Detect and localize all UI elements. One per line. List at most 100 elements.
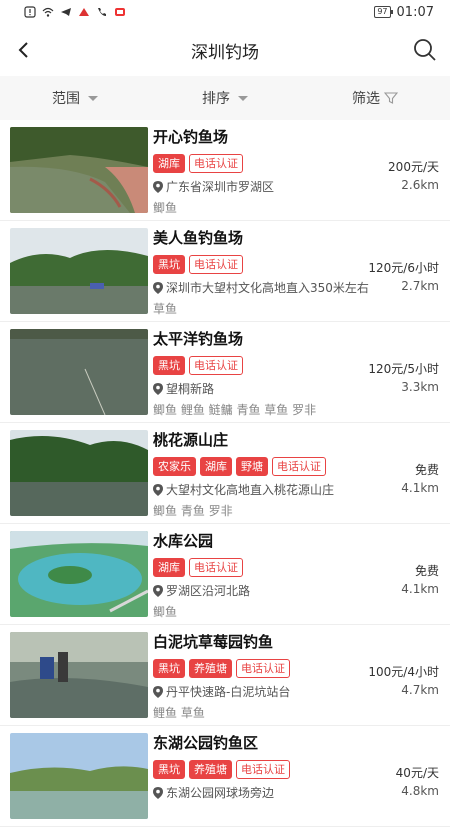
battery-icon: 97 [374, 6, 393, 18]
spot-address: 深圳市大望村文化高地直入350米左右 [166, 281, 369, 295]
spot-address: 丹平快速路-白泥坑站台 [166, 685, 291, 699]
app-icon [79, 8, 89, 16]
tag-badge: 湖库 [200, 457, 232, 476]
spot-title: 东湖公园钓鱼区 [153, 734, 259, 752]
location-pin-icon [153, 483, 163, 496]
list-item[interactable]: 白泥坑草莓园钓鱼 黑坑 养殖塘 电话认证 100元/4小时 丹平快速路-白泥坑站… [0, 625, 450, 726]
spot-tags: 黑坑 养殖塘 电话认证 [153, 760, 290, 779]
tag-badge: 养殖塘 [189, 659, 232, 678]
status-icons [24, 6, 126, 18]
spot-tags: 湖库 电话认证 [153, 154, 243, 173]
tag-badge: 野塘 [236, 457, 268, 476]
tag-badge: 电话认证 [189, 154, 243, 173]
spot-distance: 2.7km [401, 279, 439, 293]
back-arrow-icon[interactable] [12, 38, 36, 62]
spot-fish-species: 鲫鱼 [153, 605, 178, 619]
tag-badge: 电话认证 [236, 659, 290, 678]
spot-address-row: 大望村文化高地直入桃花源山庄 [153, 481, 334, 498]
filter-label: 筛选 [352, 91, 380, 107]
spot-title: 美人鱼钓鱼场 [153, 229, 244, 247]
spot-price: 200元/天 [388, 160, 439, 174]
spot-address-row: 丹平快速路-白泥坑站台 [153, 683, 290, 700]
spot-title: 白泥坑草莓园钓鱼 [153, 633, 274, 651]
spot-address: 望桐新路 [166, 382, 215, 396]
spot-tags: 黑坑 电话认证 [153, 356, 243, 375]
alert-icon [24, 6, 36, 18]
list-item[interactable]: 桃花源山庄 农家乐 湖库 野塘 电话认证 免费 大望村文化高地直入桃花源山庄 4… [0, 423, 450, 524]
message-icon [115, 8, 125, 16]
spot-distance: 4.7km [401, 683, 439, 697]
spot-fish-species: 鲫鱼 青鱼 罗非 [153, 504, 233, 518]
search-icon[interactable] [412, 37, 438, 63]
range-dropdown[interactable]: 范围 [0, 88, 150, 108]
tag-badge: 湖库 [153, 558, 185, 577]
tag-badge: 电话认证 [189, 356, 243, 375]
spot-price: 100元/4小时 [368, 665, 439, 679]
spot-photo [10, 531, 148, 617]
tag-badge: 电话认证 [272, 457, 326, 476]
location-pin-icon [153, 584, 163, 597]
spot-price: 40元/天 [395, 766, 439, 780]
spot-address: 东湖公园网球场旁边 [166, 786, 275, 800]
spot-price: 120元/5小时 [368, 362, 439, 376]
chevron-down-icon [88, 95, 98, 101]
page-title: 深圳钓场 [191, 42, 259, 63]
tag-badge: 湖库 [153, 154, 185, 173]
spot-tags: 黑坑 电话认证 [153, 255, 243, 274]
spot-address-row: 深圳市大望村文化高地直入350米左右 [153, 279, 369, 296]
tag-badge: 养殖塘 [189, 760, 232, 779]
spot-address: 罗湖区沿河北路 [166, 584, 251, 598]
funnel-icon [384, 92, 398, 104]
spot-photo [10, 329, 148, 415]
spot-address-row: 东湖公园网球场旁边 [153, 784, 274, 801]
spot-title: 开心钓鱼场 [153, 128, 229, 146]
spot-price: 免费 [414, 463, 439, 477]
spot-title: 太平洋钓鱼场 [153, 330, 244, 348]
sort-dropdown[interactable]: 排序 [150, 88, 300, 108]
list-item[interactable]: 水库公园 湖库 电话认证 免费 罗湖区沿河北路 4.1km 鲫鱼 [0, 524, 450, 625]
spot-address: 大望村文化高地直入桃花源山庄 [166, 483, 335, 497]
fishing-spot-list: 开心钓鱼场 湖库 电话认证 200元/天 广东省深圳市罗湖区 2.6km 鲫鱼 … [0, 120, 450, 827]
spot-title: 水库公园 [153, 532, 214, 550]
navigation-bar: 深圳钓场 [0, 24, 450, 76]
list-item[interactable]: 美人鱼钓鱼场 黑坑 电话认证 120元/6小时 深圳市大望村文化高地直入350米… [0, 221, 450, 322]
spot-address-row: 罗湖区沿河北路 [153, 582, 250, 599]
telegram-icon [61, 8, 71, 16]
status-bar: 97 01:07 [0, 0, 450, 24]
tag-badge: 黑坑 [153, 760, 185, 779]
phone-icon [98, 8, 106, 16]
location-pin-icon [153, 786, 163, 799]
filter-button[interactable]: 筛选 [300, 88, 450, 108]
spot-distance: 2.6km [401, 178, 439, 192]
spot-photo [10, 632, 148, 718]
tag-badge: 电话认证 [236, 760, 290, 779]
clock: 01:07 [396, 4, 434, 20]
tag-badge: 黑坑 [153, 356, 185, 375]
spot-distance: 4.8km [401, 784, 439, 798]
list-item[interactable]: 东湖公园钓鱼区 黑坑 养殖塘 电话认证 40元/天 东湖公园网球场旁边 4.8k… [0, 726, 450, 827]
spot-photo [10, 733, 148, 819]
battery-level: 97 [377, 7, 388, 16]
spot-fish-species: 鲤鱼 草鱼 [153, 706, 205, 720]
spot-fish-species: 鲫鱼 [153, 201, 178, 215]
wifi-icon [42, 7, 54, 17]
location-pin-icon [153, 685, 163, 698]
sort-label: 排序 [202, 91, 230, 107]
spot-fish-species: 鲫鱼 鲤鱼 鲢鳙 青鱼 草鱼 罗非 [153, 403, 317, 417]
list-item[interactable]: 开心钓鱼场 湖库 电话认证 200元/天 广东省深圳市罗湖区 2.6km 鲫鱼 [0, 120, 450, 221]
list-item[interactable]: 太平洋钓鱼场 黑坑 电话认证 120元/5小时 望桐新路 3.3km 鲫鱼 鲤鱼… [0, 322, 450, 423]
spot-price: 120元/6小时 [368, 261, 439, 275]
spot-tags: 农家乐 湖库 野塘 电话认证 [153, 457, 326, 476]
spot-fish-species: 草鱼 [153, 302, 178, 316]
tag-badge: 黑坑 [153, 659, 185, 678]
tag-badge: 农家乐 [153, 457, 196, 476]
spot-tags: 湖库 电话认证 [153, 558, 243, 577]
location-pin-icon [153, 281, 163, 294]
spot-photo [10, 127, 148, 213]
spot-photo [10, 228, 148, 314]
spot-price: 免费 [414, 564, 439, 578]
filter-bar: 范围 排序 筛选 [0, 76, 450, 120]
location-pin-icon [153, 180, 163, 193]
spot-distance: 3.3km [401, 380, 439, 394]
spot-address: 广东省深圳市罗湖区 [166, 180, 275, 194]
